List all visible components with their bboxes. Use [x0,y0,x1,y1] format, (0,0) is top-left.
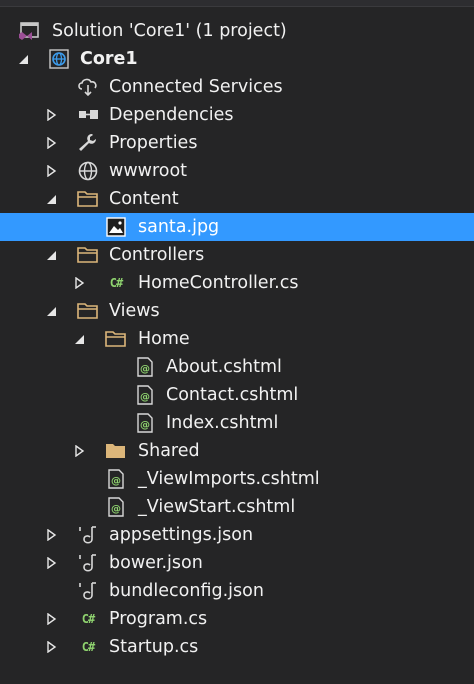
razor-file-icon: @ [105,469,127,489]
tree-label: Connected Services [109,77,283,97]
tree-label: Controllers [109,245,205,265]
tree-row-content-folder[interactable]: Content [0,185,474,213]
tree-label: Content [109,189,179,209]
tree-row-about-cshtml[interactable]: @ About.cshtml [0,353,474,381]
folder-closed-icon [105,441,127,461]
folder-open-icon [105,329,127,349]
razor-file-icon: @ [134,413,156,433]
tree-row-controllers-folder[interactable]: Controllers [0,241,474,269]
json-file-icon [77,581,99,601]
expanded-triangle-icon[interactable] [44,304,58,318]
collapsed-triangle-icon[interactable] [44,612,58,626]
tree-row-connected-services[interactable]: Connected Services [0,73,474,101]
tree-row-viewstart-cshtml[interactable]: @ _ViewStart.cshtml [0,493,474,521]
tree-row-bundleconfig-json[interactable]: bundleconfig.json [0,577,474,605]
csharp-file-icon: C# [81,640,95,654]
tree-label: _ViewStart.cshtml [138,497,296,517]
collapsed-triangle-icon[interactable] [44,136,58,150]
tree-row-views-folder[interactable]: Views [0,297,474,325]
tree-row-home-folder[interactable]: Home [0,325,474,353]
tree-row-bower-json[interactable]: bower.json [0,549,474,577]
collapsed-triangle-icon[interactable] [44,528,58,542]
razor-file-icon: @ [134,385,156,405]
collapsed-triangle-icon[interactable] [72,444,86,458]
tree-row-dependencies[interactable]: Dependencies [0,101,474,129]
csharp-file-icon: C# [109,276,123,290]
image-file-icon [105,217,127,237]
connected-services-cloud-icon [77,77,99,97]
expanded-triangle-icon[interactable] [72,332,86,346]
tree-label: Contact.cshtml [166,385,299,405]
tree-label: About.cshtml [166,357,282,377]
tree-row-appsettings-json[interactable]: appsettings.json [0,521,474,549]
tree-label: Properties [109,133,198,153]
expanded-triangle-icon[interactable] [44,248,58,262]
solution-explorer: Solution 'Core1' (1 project) Core1 Conne… [0,0,474,684]
tree-row-santa-jpg[interactable]: santa.jpg [0,213,474,241]
tree-row-startup-cs[interactable]: C# Startup.cs [0,633,474,661]
tree-label: Startup.cs [109,637,199,657]
expanded-triangle-icon[interactable] [44,192,58,206]
tree-label: Home [138,329,190,349]
collapsed-triangle-icon[interactable] [72,276,86,290]
folder-open-icon [77,189,99,209]
collapsed-triangle-icon[interactable] [44,164,58,178]
tree-label: Solution 'Core1' (1 project) [52,21,287,41]
tree-label: Index.cshtml [166,413,279,433]
svg-text:@: @ [140,420,150,431]
tree-row-program-cs[interactable]: C# Program.cs [0,605,474,633]
tree-row-solution[interactable]: Solution 'Core1' (1 project) [0,17,474,45]
tree-row-viewimports-cshtml[interactable]: @ _ViewImports.cshtml [0,465,474,493]
tree-label: wwwroot [109,161,188,181]
tree-label: _ViewImports.cshtml [138,469,320,489]
tree-label: bower.json [109,553,203,573]
tree-row-properties[interactable]: Properties [0,129,474,157]
tree-label: bundleconfig.json [109,581,264,601]
tree-row-contact-cshtml[interactable]: @ Contact.cshtml [0,381,474,409]
svg-text:@: @ [111,504,121,515]
folder-open-icon [77,301,99,321]
tree-label: HomeController.cs [138,273,299,293]
collapsed-triangle-icon[interactable] [44,108,58,122]
top-toolbar-edge [0,0,474,7]
tree-label: Program.cs [109,609,208,629]
tree-row-project-core1[interactable]: Core1 [0,45,474,73]
folder-open-icon [77,245,99,265]
svg-text:@: @ [140,364,150,375]
tree-label: appsettings.json [109,525,254,545]
tree-label: santa.jpg [138,217,220,237]
razor-file-icon: @ [105,497,127,517]
tree-row-index-cshtml[interactable]: @ Index.cshtml [0,409,474,437]
csharp-file-icon: C# [81,612,95,626]
dependencies-icon [77,105,99,125]
json-file-icon [77,553,99,573]
razor-file-icon: @ [134,357,156,377]
expanded-triangle-icon[interactable] [16,52,30,66]
tree-label: Dependencies [109,105,234,125]
tree-label: Views [109,301,160,321]
wrench-icon [77,133,99,153]
collapsed-triangle-icon[interactable] [44,556,58,570]
json-file-icon [77,525,99,545]
visual-studio-solution-icon [18,21,40,41]
tree-row-homecontroller-cs[interactable]: C# HomeController.cs [0,269,474,297]
svg-text:@: @ [111,476,121,487]
svg-text:@: @ [140,392,150,403]
tree-label: Shared [138,441,200,461]
collapsed-triangle-icon[interactable] [44,640,58,654]
tree-row-wwwroot[interactable]: wwwroot [0,157,474,185]
web-project-globe-icon [48,49,70,69]
tree-label: Core1 [80,49,138,69]
globe-icon [77,161,99,181]
tree-row-shared-folder[interactable]: Shared [0,437,474,465]
